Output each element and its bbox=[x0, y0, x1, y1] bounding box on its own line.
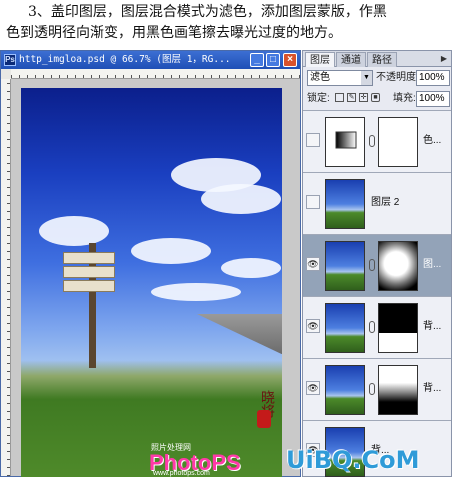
lock-all-icon[interactable]: ■ bbox=[371, 93, 380, 102]
link-icon[interactable] bbox=[369, 135, 375, 147]
layer-mask-thumbnail[interactable] bbox=[378, 365, 418, 415]
minimize-button[interactable]: _ bbox=[250, 53, 264, 67]
panel-menu-icon[interactable]: ▶ bbox=[439, 54, 449, 64]
tab-layers[interactable]: 图层 bbox=[305, 52, 335, 67]
document-titlebar[interactable]: Ps http_imgloa.psd @ 66.7% (图层 1，RG... _… bbox=[1, 51, 300, 69]
caption-line-1: 3、盖印图层，图层混合模式为滤色，添加图层蒙版，作黑 bbox=[28, 4, 387, 20]
layer-thumbnail bbox=[325, 303, 365, 353]
ruler-corner[interactable] bbox=[1, 69, 11, 79]
opacity-label: 不透明度: bbox=[376, 72, 419, 83]
lock-transparent-icon[interactable] bbox=[335, 93, 344, 102]
layer-thumbnail bbox=[325, 179, 365, 229]
adjustment-thumbnail bbox=[325, 117, 365, 167]
layer-row[interactable]: 色... bbox=[303, 110, 451, 172]
layer-row[interactable]: 图层 2 bbox=[303, 172, 451, 234]
layer-name[interactable]: 背... bbox=[423, 383, 441, 395]
eye-icon[interactable]: 👁 bbox=[306, 319, 320, 333]
layer-mask-thumbnail[interactable] bbox=[378, 303, 418, 353]
cloud bbox=[131, 238, 211, 264]
road bbox=[197, 314, 282, 354]
link-icon[interactable] bbox=[369, 259, 375, 271]
red-seal bbox=[257, 410, 271, 428]
eye-icon[interactable]: 👁 bbox=[306, 257, 320, 271]
eye-icon[interactable]: 👁 bbox=[306, 381, 320, 395]
lock-fill-row: 锁定: ✎ ✛ ■ 填充: 100% bbox=[303, 89, 451, 109]
cloud bbox=[201, 184, 281, 214]
cloud bbox=[151, 283, 241, 301]
chevron-down-icon[interactable]: ▼ bbox=[361, 71, 372, 85]
layer-thumbnail bbox=[325, 241, 365, 291]
opacity-input[interactable]: 100% bbox=[416, 70, 450, 86]
caption-line-2: 色到透明径向渐变，用黑色画笔擦去曝光过度的地方。 bbox=[6, 25, 342, 41]
link-icon[interactable] bbox=[369, 383, 375, 395]
layers-panel: 图层 通道 路径 ▶ 滤色 ▼ 不透明度: 100% 锁定: ✎ ✛ ■ 填充:… bbox=[302, 50, 452, 477]
vertical-ruler[interactable] bbox=[1, 79, 11, 476]
gradient-map-icon bbox=[335, 131, 357, 149]
opacity-value: 100% bbox=[419, 72, 445, 83]
sign-board bbox=[63, 266, 115, 278]
tutorial-caption: 3、盖印图层，图层混合模式为滤色，添加图层蒙版，作黑 色到透明径向渐变，用黑色画… bbox=[0, 0, 452, 48]
fill-input[interactable]: 100% bbox=[416, 91, 450, 107]
layer-thumbnail bbox=[325, 365, 365, 415]
tab-channels[interactable]: 通道 bbox=[336, 52, 366, 67]
layer-mask-thumbnail[interactable] bbox=[378, 241, 418, 291]
document-canvas-photo[interactable]: 晓将 照片处理网 PhotoPS www.photops.com bbox=[21, 88, 282, 477]
link-icon[interactable] bbox=[369, 321, 375, 333]
visibility-toggle[interactable] bbox=[306, 133, 320, 147]
layer-name[interactable]: 背... bbox=[423, 321, 441, 333]
lock-image-icon[interactable]: ✎ bbox=[347, 93, 356, 102]
blend-mode-value: 滤色 bbox=[310, 72, 330, 83]
close-button[interactable]: × bbox=[283, 53, 297, 67]
maximize-button[interactable]: □ bbox=[266, 53, 280, 67]
cloud bbox=[39, 216, 109, 246]
layer-name[interactable]: 色... bbox=[423, 135, 441, 147]
layer-mask-thumbnail[interactable] bbox=[378, 117, 418, 167]
layer-name[interactable]: 图... bbox=[423, 259, 441, 271]
sign-board bbox=[63, 252, 115, 264]
sign-board bbox=[63, 280, 115, 292]
visibility-toggle[interactable] bbox=[306, 195, 320, 209]
cloud bbox=[221, 258, 281, 278]
document-title: http_imgloa.psd @ 66.7% (图层 1，RG... bbox=[19, 54, 231, 65]
watermark-url: www.photops.com bbox=[153, 470, 210, 477]
blend-mode-select[interactable]: 滤色 ▼ bbox=[307, 70, 373, 86]
photoshop-icon: Ps bbox=[4, 54, 16, 66]
lock-position-icon[interactable]: ✛ bbox=[359, 93, 368, 102]
horizontal-ruler[interactable] bbox=[11, 69, 300, 79]
site-watermark: UiBQ.CoM bbox=[286, 446, 420, 474]
tab-paths[interactable]: 路径 bbox=[367, 52, 397, 67]
fill-label: 填充: bbox=[393, 93, 416, 104]
layer-row[interactable]: 👁 背... bbox=[303, 296, 451, 358]
fill-value: 100% bbox=[419, 93, 445, 104]
layer-name[interactable]: 图层 2 bbox=[371, 197, 399, 209]
panel-tabs: 图层 通道 路径 ▶ bbox=[303, 51, 451, 67]
photops-watermark: 照片处理网 PhotoPS www.photops.com bbox=[149, 442, 269, 477]
lock-label: 锁定: bbox=[307, 93, 330, 104]
blend-opacity-row: 滤色 ▼ 不透明度: 100% bbox=[303, 68, 451, 88]
layer-row[interactable]: 👁 背... bbox=[303, 358, 451, 420]
layer-row-selected[interactable]: 👁 图... bbox=[303, 234, 451, 296]
